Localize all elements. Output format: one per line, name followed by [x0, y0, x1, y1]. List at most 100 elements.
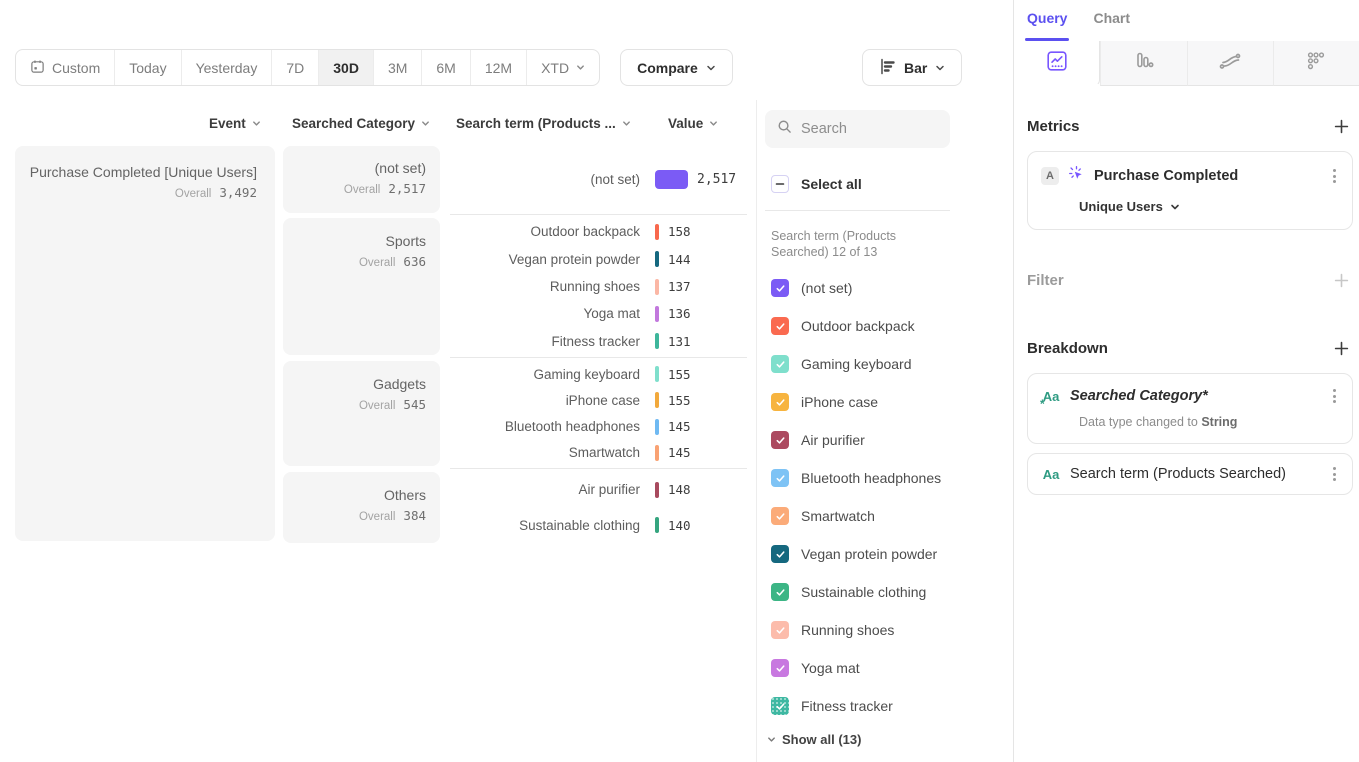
select-all-checkbox[interactable] [771, 175, 789, 193]
divider [765, 210, 950, 211]
term-row[interactable]: Vegan protein powder144 [450, 245, 750, 272]
series-item[interactable]: Sustainable clothing [771, 573, 1001, 611]
date-range-today[interactable]: Today [114, 50, 180, 85]
tab-flows[interactable] [1187, 41, 1273, 86]
date-range-3m[interactable]: 3M [373, 50, 421, 85]
flows-icon [1218, 50, 1242, 77]
metric-card[interactable]: A Purchase Completed Unique Users [1027, 151, 1353, 230]
search-box[interactable] [765, 110, 950, 148]
series-checkbox[interactable] [771, 659, 789, 677]
term-row[interactable]: Running shoes137 [450, 273, 750, 300]
term-row[interactable]: Fitness tracker131 [450, 328, 750, 355]
column-header-search-term[interactable]: Search term (Products ... [456, 116, 631, 131]
term-row[interactable]: Yoga mat136 [450, 300, 750, 327]
breakdown-name: Searched Category* [1070, 388, 1317, 404]
term-row[interactable]: Gaming keyboard155 [450, 361, 750, 387]
series-item[interactable]: Running shoes [771, 611, 1001, 649]
tab-chart[interactable]: Chart [1093, 10, 1130, 41]
series-checkbox[interactable] [771, 431, 789, 449]
term-row[interactable]: (not set)2,517 [450, 146, 750, 213]
breakdown-card-search-term[interactable]: Aa Search term (Products Searched) [1027, 453, 1353, 495]
date-range-yesterday[interactable]: Yesterday [181, 50, 272, 85]
category-cell[interactable]: GadgetsOverall545 [283, 361, 440, 466]
add-metric-button[interactable] [1329, 114, 1353, 138]
date-range-xtd[interactable]: XTD [526, 50, 599, 85]
date-range-custom[interactable]: Custom [16, 50, 114, 85]
category-cell[interactable]: (not set)Overall2,517 [283, 146, 440, 213]
series-checkbox[interactable] [771, 317, 789, 335]
series-item[interactable]: iPhone case [771, 383, 1001, 421]
series-checkbox[interactable] [771, 545, 789, 563]
tab-insights[interactable] [1014, 41, 1100, 86]
term-row[interactable]: Air purifier148 [450, 472, 750, 508]
value-bar [655, 366, 659, 382]
metric-letter-badge: A [1041, 167, 1059, 185]
tab-funnels[interactable] [1100, 41, 1186, 86]
report-type-tabs [1014, 41, 1359, 86]
series-checkbox[interactable] [771, 621, 789, 639]
series-item[interactable]: Outdoor backpack [771, 307, 1001, 345]
funnels-icon [1133, 50, 1155, 77]
series-checkbox[interactable] [771, 355, 789, 373]
date-range-6m[interactable]: 6M [421, 50, 469, 85]
series-checkbox[interactable] [771, 507, 789, 525]
value-bar [655, 170, 688, 189]
series-item[interactable]: Gaming keyboard [771, 345, 1001, 383]
term-row[interactable]: Bluetooth headphones145 [450, 414, 750, 440]
kebab-menu-icon[interactable] [1326, 465, 1342, 483]
series-checkbox[interactable] [771, 469, 789, 487]
kebab-menu-icon[interactable] [1326, 387, 1342, 405]
column-header-value[interactable]: Value [668, 116, 718, 131]
date-range-toolbar: CustomTodayYesterday7D30D3M6M12MXTD Comp… [15, 49, 733, 86]
kebab-menu-icon[interactable] [1326, 167, 1342, 185]
tab-query[interactable]: Query [1027, 10, 1067, 41]
series-checkbox[interactable] [771, 697, 789, 715]
value-bar [655, 279, 659, 295]
event-name: Purchase Completed [Unique Users] [15, 163, 257, 182]
term-row[interactable]: Outdoor backpack158 [450, 218, 750, 245]
term-rows-group: Outdoor backpack158Vegan protein powder1… [450, 218, 750, 355]
series-item[interactable]: Air purifier [771, 421, 1001, 459]
breakdown-name: Search term (Products Searched) [1070, 466, 1317, 482]
series-checkbox[interactable] [771, 393, 789, 411]
event-cell[interactable]: Purchase Completed [Unique Users] Overal… [15, 146, 275, 541]
date-range-7d[interactable]: 7D [271, 50, 318, 85]
series-item[interactable]: Fitness tracker [771, 687, 1001, 725]
date-range-30d[interactable]: 30D [318, 50, 373, 85]
series-filter-panel: Select all Search term (Products Searche… [756, 0, 1013, 762]
date-range-12m[interactable]: 12M [470, 50, 526, 85]
chevron-down-icon [1170, 202, 1180, 212]
chevron-down-icon [706, 63, 716, 73]
chevron-down-icon [252, 119, 261, 128]
category-cell[interactable]: SportsOverall636 [283, 218, 440, 355]
tab-retention[interactable] [1273, 41, 1359, 86]
search-input[interactable] [801, 121, 938, 137]
retention-icon [1305, 50, 1327, 77]
breakdown-section-header: Breakdown [1027, 336, 1353, 360]
series-item[interactable]: Yoga mat [771, 649, 1001, 687]
chevron-down-icon [576, 63, 585, 72]
term-row[interactable]: Smartwatch145 [450, 440, 750, 466]
term-rows-group: Gaming keyboard155iPhone case155Bluetoot… [450, 361, 750, 466]
group-separator [450, 468, 747, 469]
series-checkbox[interactable] [771, 279, 789, 297]
category-cell[interactable]: OthersOverall384 [283, 472, 440, 543]
select-all-row[interactable]: Select all [771, 175, 862, 193]
compare-button[interactable]: Compare [620, 49, 733, 86]
add-breakdown-button[interactable] [1329, 336, 1353, 360]
value-bar [655, 445, 659, 461]
show-all-button[interactable]: Show all (13) [767, 732, 861, 747]
column-header-searched-category[interactable]: Searched Category [292, 116, 430, 131]
term-row[interactable]: iPhone case155 [450, 387, 750, 413]
series-item[interactable]: Smartwatch [771, 497, 1001, 535]
breakdown-card-searched-category[interactable]: Aa Searched Category* Data type changed … [1027, 373, 1353, 444]
series-checkbox[interactable] [771, 583, 789, 601]
series-item[interactable]: Vegan protein powder [771, 535, 1001, 573]
term-row[interactable]: Sustainable clothing140 [450, 508, 750, 544]
series-item[interactable]: (not set) [771, 269, 1001, 307]
measure-selector[interactable]: Unique Users [1079, 199, 1342, 214]
column-header-event[interactable]: Event [209, 116, 261, 131]
series-item[interactable]: Bluetooth headphones [771, 459, 1001, 497]
chevron-down-icon [767, 735, 776, 744]
add-filter-button[interactable] [1329, 268, 1353, 292]
